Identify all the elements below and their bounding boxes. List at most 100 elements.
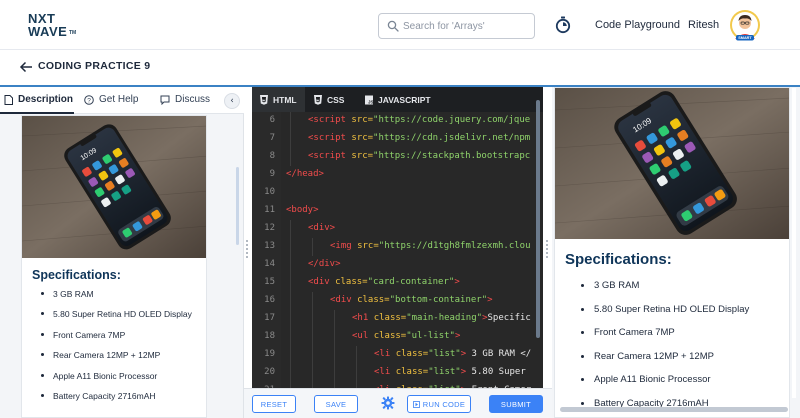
line-number: 7 — [269, 133, 275, 143]
code-text: <ul class="ul-list"> — [352, 331, 460, 341]
code-playground-link[interactable]: Code Playground — [595, 19, 680, 31]
line-number: 11 — [264, 205, 275, 215]
search-input[interactable] — [403, 18, 528, 35]
help-icon: ? — [84, 94, 94, 105]
list-item: Battery Capacity 2716mAH — [36, 390, 192, 410]
user-name[interactable]: Ritesh — [688, 19, 719, 31]
indent-guide — [290, 220, 291, 238]
search-icon — [387, 20, 399, 32]
indent-guide — [290, 112, 291, 130]
code-text: <script src="https://code.jquery.com/jqu… — [308, 115, 530, 125]
settings-gear-icon[interactable] — [381, 396, 395, 410]
indent-guide — [290, 364, 291, 382]
code-line: 6 <script src="https://code.jquery.com/jq… — [252, 112, 543, 130]
code-token: src= — [357, 241, 379, 251]
output-horizontal-scrollbar[interactable] — [560, 407, 788, 412]
run-code-button-label: RUN CODE — [422, 399, 466, 409]
right-resize-handle[interactable] — [545, 238, 549, 260]
code-token: <div> — [308, 223, 336, 233]
code-token: </head> — [286, 169, 324, 179]
list-item: 5.80 Super Retina HD OLED Display — [36, 308, 192, 328]
code-token: "main-heading" — [406, 313, 483, 323]
code-token: src= — [351, 151, 374, 161]
code-text: <li class="list"> 5.80 Super — [374, 367, 526, 377]
left-resize-handle[interactable] — [245, 238, 249, 260]
line-number: 13 — [264, 241, 275, 251]
tab-discuss-label: Discuss — [175, 94, 211, 105]
code-token: <ul — [352, 331, 374, 341]
code-token: Specific — [487, 313, 531, 323]
code-token: class= — [395, 349, 429, 359]
logo-suffix: TM — [69, 30, 77, 36]
code-token: class= — [373, 313, 407, 323]
search-box[interactable] — [378, 13, 535, 39]
submit-button[interactable]: SUBMIT — [489, 395, 543, 413]
line-number: 18 — [264, 331, 275, 341]
tab-javascript[interactable]: JS JAVASCRIPT — [365, 87, 431, 112]
code-token: class= — [373, 331, 407, 341]
tab-html[interactable]: HTML — [252, 87, 305, 112]
code-line: 15 <div class="card-container"> — [252, 274, 543, 292]
save-button[interactable]: SAVE — [314, 395, 358, 413]
submit-button-label: SUBMIT — [500, 399, 532, 409]
timer-icon[interactable] — [555, 16, 571, 34]
line-number: 16 — [264, 295, 275, 305]
output-panel: 10:09 Specifications: 3 GB RAM 5.80 Supe… — [552, 87, 800, 418]
svg-text:JS: JS — [368, 99, 373, 104]
collapse-panel-button[interactable]: ‹ — [224, 93, 240, 109]
code-text: <script src="https://stackpath.bootstrap… — [308, 151, 530, 161]
tab-description-label: Description — [18, 94, 74, 105]
output-scrollbar[interactable] — [792, 88, 796, 398]
code-token: 3 GB RAM </ — [466, 349, 532, 359]
indent-guide — [290, 274, 291, 292]
line-number: 14 — [264, 259, 275, 269]
run-code-button[interactable]: RUN CODE — [407, 395, 471, 413]
reset-button[interactable]: RESET — [252, 395, 296, 413]
indent-guide — [312, 292, 313, 310]
description-panel: Description ? Get Help Discuss ‹ 10:09 S… — [0, 87, 244, 418]
tab-get-help-label: Get Help — [99, 94, 139, 105]
list-item: Rear Camera 12MP + 12MP — [569, 350, 749, 374]
tab-get-help[interactable]: ? Get Help — [84, 94, 138, 105]
html5-icon — [260, 94, 268, 105]
code-token: > — [454, 331, 461, 341]
list-item: Apple A11 Bionic Processor — [569, 373, 749, 397]
code-token: "list" — [428, 349, 461, 359]
code-text: <div class="bottom-container"> — [330, 295, 493, 305]
code-editor: HTML CSS JS JAVASCRIPT 6 <script src="htt… — [252, 87, 543, 388]
code-token: "bottom-container" — [389, 295, 488, 305]
javascript-icon: JS — [365, 95, 373, 104]
code-line: 18 <ul class="ul-list"> — [252, 328, 543, 346]
code-text: </div> — [308, 259, 341, 269]
line-number: 20 — [264, 367, 275, 377]
description-scrollbar[interactable] — [236, 167, 239, 245]
tab-css-label: CSS — [327, 94, 345, 105]
code-line: 16 <div class="bottom-container"> — [252, 292, 543, 310]
output-preview-card-left: 10:09 Specifications: 3 GB RAM 5.80 Supe… — [21, 115, 207, 418]
code-area[interactable]: 6 <script src="https://code.jquery.com/jq… — [252, 112, 543, 388]
indent-guide — [290, 130, 291, 148]
tab-discuss[interactable]: Discuss — [160, 94, 210, 105]
save-button-label: SAVE — [325, 399, 347, 409]
code-token: <div — [308, 277, 336, 287]
editor-scrollbar[interactable] — [536, 100, 540, 338]
tab-javascript-label: JAVASCRIPT — [378, 94, 431, 105]
spec-list: 3 GB RAM 5.80 Super Retina HD OLED Displ… — [36, 288, 192, 410]
code-token: class= — [357, 295, 390, 305]
phone-image: 10:09 — [555, 88, 789, 239]
back-arrow-icon[interactable] — [19, 60, 33, 74]
nxtwave-logo[interactable]: NXT WAVE TM — [28, 11, 78, 39]
code-token: <script — [308, 133, 352, 143]
spec-heading: Specifications: — [32, 268, 121, 282]
code-token: class= — [395, 367, 429, 377]
editor-toolbar: RESET SAVE RUN CODE SUBMIT — [244, 388, 552, 418]
code-token: "https://code.jquery.com/jque — [373, 115, 531, 125]
tab-css[interactable]: CSS — [314, 87, 344, 112]
code-token: <script — [308, 115, 352, 125]
avatar[interactable]: SMART — [727, 9, 763, 43]
line-number: 19 — [264, 349, 275, 359]
code-token: <li — [374, 349, 396, 359]
list-item: Apple A11 Bionic Processor — [36, 370, 192, 390]
indent-guide — [356, 364, 357, 382]
tab-description[interactable]: Description — [4, 94, 73, 105]
